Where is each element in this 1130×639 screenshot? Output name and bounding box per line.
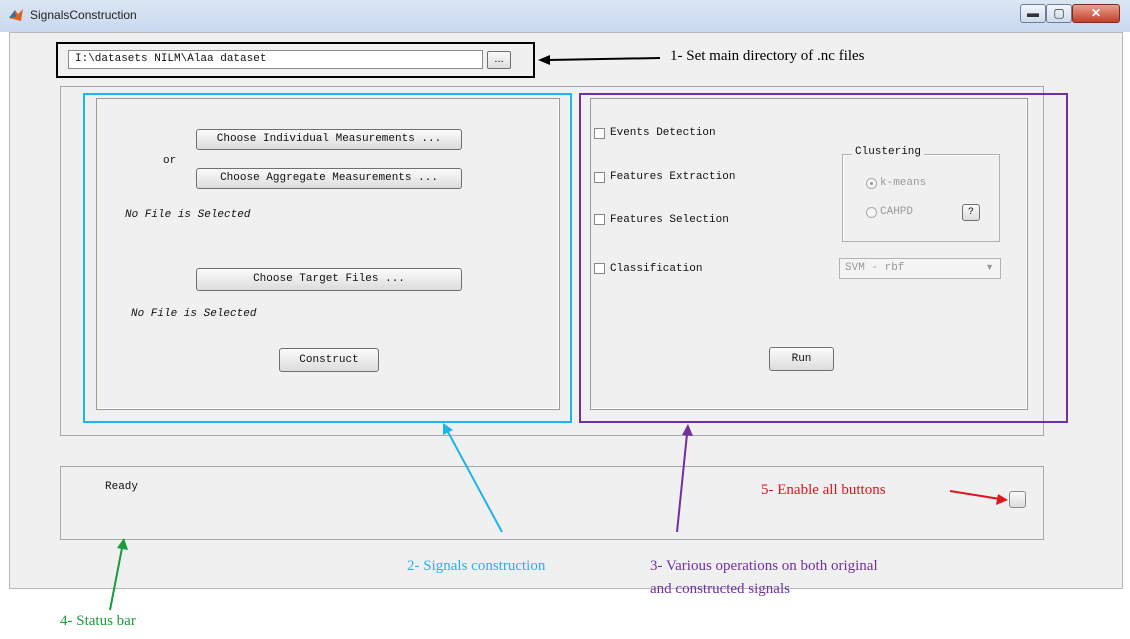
annotation-status-bar: 4- Status bar bbox=[60, 613, 136, 629]
annotation-operations-line1: 3- Various operations on both original bbox=[650, 558, 878, 574]
annotation-arrows bbox=[109, 55, 1008, 611]
arrow-1-icon bbox=[538, 55, 661, 65]
arrow-3-icon bbox=[676, 424, 693, 533]
annotation-construction: 2- Signals construction bbox=[407, 558, 546, 574]
arrow-2-icon bbox=[443, 423, 503, 533]
annotation-operations-line2: and constructed signals bbox=[650, 581, 790, 597]
arrow-5-icon bbox=[949, 490, 1008, 505]
annotation-enable-buttons: 5- Enable all buttons bbox=[761, 482, 886, 498]
annotation-directory: 1- Set main directory of .nc files bbox=[670, 48, 865, 64]
arrow-4-icon bbox=[109, 538, 128, 611]
